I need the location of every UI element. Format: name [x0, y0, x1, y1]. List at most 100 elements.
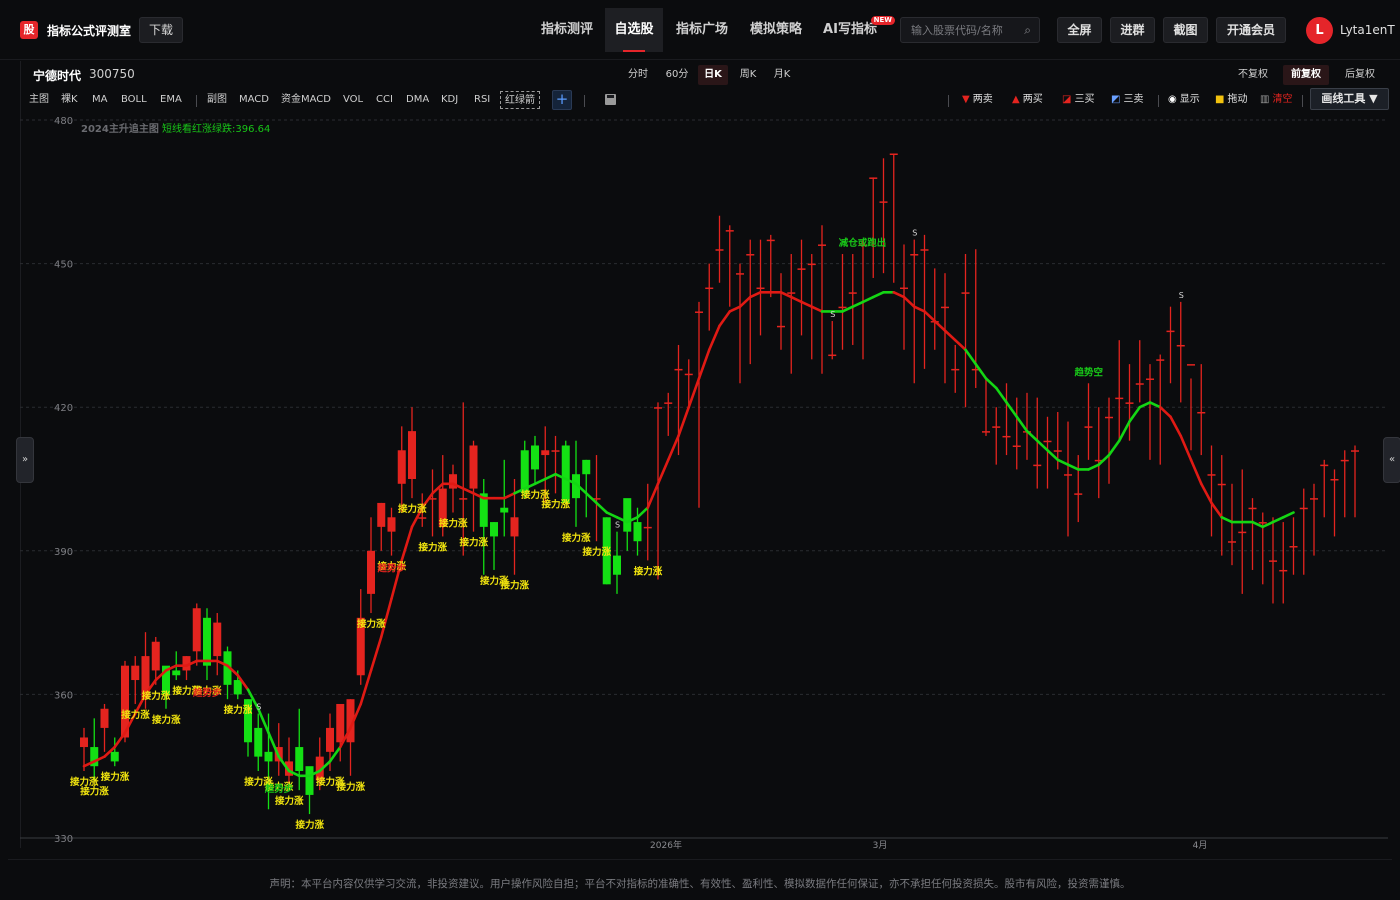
kline-chart[interactable]: 480450420390360330 2026年 3月 4月 接力涨接力涨接力涨接力… [20, 115, 1388, 850]
ind-red-green-arrow[interactable]: 红绿箭 [500, 91, 540, 109]
trend-line-segment [379, 597, 393, 639]
download-button[interactable]: 下载 [139, 17, 183, 43]
trend-line-segment [1281, 511, 1295, 519]
signal-jieli: 接力涨 [439, 518, 468, 530]
candle-body [633, 522, 642, 542]
candle-body [1207, 474, 1216, 476]
ind-macd[interactable]: MACD [239, 91, 269, 109]
brand-logo[interactable]: 股 [20, 21, 38, 39]
candle-body [1320, 464, 1329, 467]
tool-drag-label: 拖动 [1227, 94, 1248, 105]
search-icon[interactable]: ⌕ [1024, 23, 1031, 38]
period-daily[interactable]: 日K [698, 65, 728, 85]
signal-jieli: 接力涨 [634, 565, 663, 577]
adjust-backward[interactable]: 后复权 [1339, 65, 1381, 85]
ind-sub[interactable]: 副图 [207, 91, 227, 109]
candle-body [746, 254, 755, 256]
candle-body [613, 555, 621, 575]
candle-body [418, 517, 427, 519]
tab-watchlist[interactable]: 自选股 [605, 8, 663, 52]
signal-s-mark: S [256, 703, 261, 712]
tab-ai-indicator-label: AI写指标 [823, 22, 877, 37]
tool-clear-label: 清空 [1272, 94, 1293, 105]
trend-line-segment [953, 338, 967, 352]
candle-body [1258, 522, 1267, 524]
expand-left-handle[interactable]: » [16, 437, 34, 483]
fullscreen-button[interactable]: 全屏 [1057, 17, 1102, 43]
tool-clear[interactable]: ▥ 清空 [1260, 91, 1292, 109]
signal-jieli: 接力涨 [501, 580, 530, 592]
adjust-none[interactable]: 不复权 [1233, 65, 1273, 85]
ind-ema[interactable]: EMA [160, 91, 182, 109]
trend-line-segment [461, 487, 475, 495]
candle-body [1279, 569, 1288, 572]
adjust-forward[interactable]: 前复权 [1283, 65, 1329, 85]
user-avatar[interactable]: L [1306, 17, 1333, 44]
expand-right-handle[interactable]: « [1383, 437, 1400, 483]
ind-rsi[interactable]: RSI [474, 91, 490, 109]
candle-body [582, 459, 591, 475]
ind-ma[interactable]: MA [92, 91, 107, 109]
ind-naked-k[interactable]: 裸K [61, 91, 78, 109]
signal-jieli: 接力涨 [583, 546, 612, 558]
candles [80, 153, 1359, 815]
ind-dma[interactable]: DMA [406, 91, 429, 109]
brand-title[interactable]: 指标公式评测室 [47, 22, 131, 39]
signal-trend: 趋势步 [192, 687, 222, 699]
tool-buy2[interactable]: ▲ 两买 [1012, 91, 1043, 109]
candle-body [541, 450, 550, 456]
join-group-button[interactable]: 进群 [1110, 17, 1155, 43]
membership-button[interactable]: 开通会员 [1216, 17, 1286, 43]
save-icon[interactable] [605, 94, 616, 105]
signal-s-mark: S [912, 229, 917, 238]
candle-body [213, 622, 222, 657]
chart-down-icon: ◩ [1111, 94, 1121, 105]
tab-simulated-strategy[interactable]: 模拟策略 [741, 8, 811, 52]
trend-line-segment [1220, 515, 1234, 524]
signal-jieli: 接力涨 [357, 618, 386, 630]
period-60min[interactable]: 60分 [660, 65, 694, 85]
period-monthly[interactable]: 月K [767, 65, 797, 85]
trend-line-segment [994, 386, 1008, 404]
tab-indicator-square[interactable]: 指标广场 [667, 8, 737, 52]
candle-body [1012, 445, 1021, 447]
tool-sell3[interactable]: ◩ 三卖 [1111, 91, 1143, 109]
candle-body [305, 766, 314, 795]
stock-search-input[interactable] [911, 22, 1016, 38]
ind-boll[interactable]: BOLL [121, 91, 147, 109]
candle-body [920, 249, 929, 251]
y-tick-label: 420 [54, 403, 73, 414]
ind-kdj[interactable]: KDJ [441, 91, 458, 109]
ind-main[interactable]: 主图 [29, 91, 49, 109]
tool-show[interactable]: ◉ 显示 [1168, 91, 1200, 109]
candle-body [1156, 359, 1165, 361]
trend-line-segment [1158, 405, 1172, 419]
candle-body [531, 445, 539, 470]
stock-search[interactable]: ⌕ [900, 17, 1040, 43]
signal-jieli: 接力涨 [337, 781, 366, 793]
signal-s-mark: S [830, 310, 835, 319]
trend-line-segment [861, 295, 875, 304]
y-tick-label: 330 [54, 834, 73, 845]
screenshot-button[interactable]: 截图 [1163, 17, 1208, 43]
tool-drag[interactable]: ■ 拖动 [1215, 91, 1247, 109]
period-intraday[interactable]: 分时 [622, 65, 654, 85]
period-weekly[interactable]: 周K [733, 65, 763, 85]
candle-body [879, 201, 888, 203]
tab-ai-indicator[interactable]: AI写指标 NEW [815, 8, 895, 52]
draw-tools-dropdown[interactable]: 画线工具 ▼ [1310, 88, 1389, 110]
add-indicator-button[interactable]: + [552, 90, 572, 110]
signal-jieli: 接力涨 [542, 498, 571, 510]
ind-fund-macd[interactable]: 资金MACD [281, 91, 331, 109]
tool-sell2[interactable]: ▼ 两卖 [962, 91, 993, 109]
candle-body [1166, 330, 1175, 333]
ind-cci[interactable]: CCI [376, 91, 393, 109]
tool-buy3[interactable]: ◪ 三买 [1062, 91, 1094, 109]
tab-indicator-review[interactable]: 指标测评 [532, 8, 602, 52]
username[interactable]: Lyta1enT [1340, 23, 1395, 37]
disclaimer: 声明：本平台内容仅供学习交流，非投资建议。用户操作风险自担；平台不对指标的准确性… [269, 878, 1131, 890]
y-tick-label: 390 [54, 547, 73, 558]
ind-vol[interactable]: VOL [343, 91, 363, 109]
signal-trend: 减仓或跑出 [839, 237, 887, 249]
candle-body [623, 498, 632, 532]
